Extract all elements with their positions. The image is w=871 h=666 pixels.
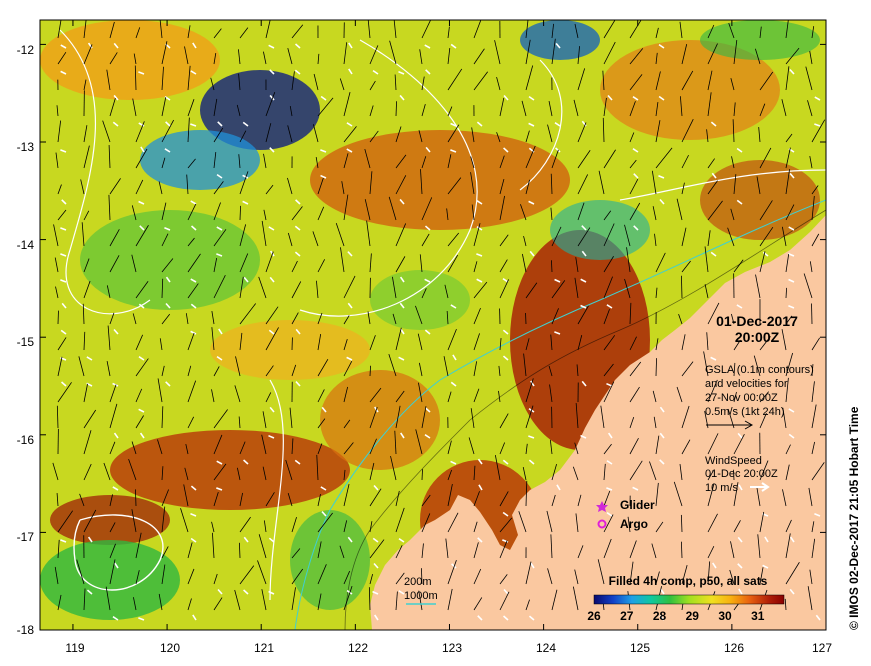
- colorbar-tick-label: 26: [587, 609, 601, 623]
- lon-tick-label: 125: [630, 641, 650, 655]
- sst-cool-patch: [520, 20, 600, 60]
- sst-warm-patch: [210, 320, 370, 380]
- lat-tick-label: -18: [17, 623, 35, 637]
- wind-legend-line: WindSpeed: [705, 455, 762, 467]
- colorbar-tick-label: 30: [718, 609, 732, 623]
- gsla-legend-line: and velocities for: [705, 378, 788, 390]
- legend-glider-label: Glider: [620, 498, 655, 512]
- lon-tick-label: 122: [348, 641, 368, 655]
- colorbar-tick-label: 27: [620, 609, 634, 623]
- lon-tick-label: 123: [442, 641, 462, 655]
- lat-tick-label: -12: [17, 43, 35, 57]
- velocity-arrow: [239, 205, 241, 221]
- datetime-time: 20:00Z: [735, 329, 780, 345]
- sst-warm-patch: [110, 430, 350, 510]
- colorbar: [593, 594, 785, 605]
- gsla-legend-line: 0.5m/s (1kt 24h): [705, 406, 784, 418]
- lon-tick-label: 120: [160, 641, 180, 655]
- lat-tick-label: -14: [17, 238, 35, 252]
- credit-text: © IMOS 02-Dec-2017 21:05 Hobart Time: [847, 406, 861, 630]
- sst-warm-patch: [40, 20, 220, 100]
- wind-legend-line: 10 m/s: [705, 482, 739, 494]
- lon-tick-label: 119: [65, 641, 84, 655]
- lat-tick-label: -13: [17, 140, 35, 154]
- wind-legend-line: 01-Dec 20:00Z: [705, 468, 778, 480]
- velocity-arrow: [135, 489, 137, 507]
- lat-axis: -12 -13 -14 -15 -16 -17 -18: [17, 43, 35, 637]
- velocity-arrow: [421, 469, 423, 481]
- lat-tick-label: -17: [17, 530, 35, 544]
- legend-argo-label: Argo: [620, 517, 648, 531]
- sst-cool-patch: [550, 200, 650, 260]
- sst-cool-patch: [370, 270, 470, 330]
- lon-tick-label: 126: [724, 641, 744, 655]
- sst-cool-patch: [80, 210, 260, 310]
- lat-tick-label: -15: [17, 335, 35, 349]
- sst-warm-patch: [50, 495, 170, 545]
- colorbar-tick-label: 29: [686, 609, 700, 623]
- lon-tick-label: 127: [812, 641, 832, 655]
- colorbar-tick-label: 31: [751, 609, 765, 623]
- lon-tick-label: 121: [254, 641, 274, 655]
- sst-warm-patch: [320, 370, 440, 470]
- sst-cool-patch: [290, 510, 370, 610]
- bathy-1000m-label: 1000m: [404, 590, 438, 602]
- colorbar-tick-label: 28: [653, 609, 667, 623]
- lon-tick-label: 124: [536, 641, 556, 655]
- colorbar-title: Filled 4h comp, p50, all sats: [609, 574, 768, 588]
- gsla-legend-line: GSLA (0.1m contours): [705, 364, 814, 376]
- lon-axis: 119 120 121 122 123 124 125 126 127: [65, 641, 832, 655]
- sst-cool-patch: [700, 20, 820, 60]
- velocity-arrow: [655, 358, 657, 377]
- gsla-legend-line: 27-Nov 00:00Z: [705, 392, 778, 404]
- sst-map: [40, 20, 826, 630]
- lat-tick-label: -16: [17, 433, 35, 447]
- bathy-200m-label: 200m: [404, 576, 432, 588]
- datetime-date: 01-Dec-2017: [716, 313, 798, 329]
